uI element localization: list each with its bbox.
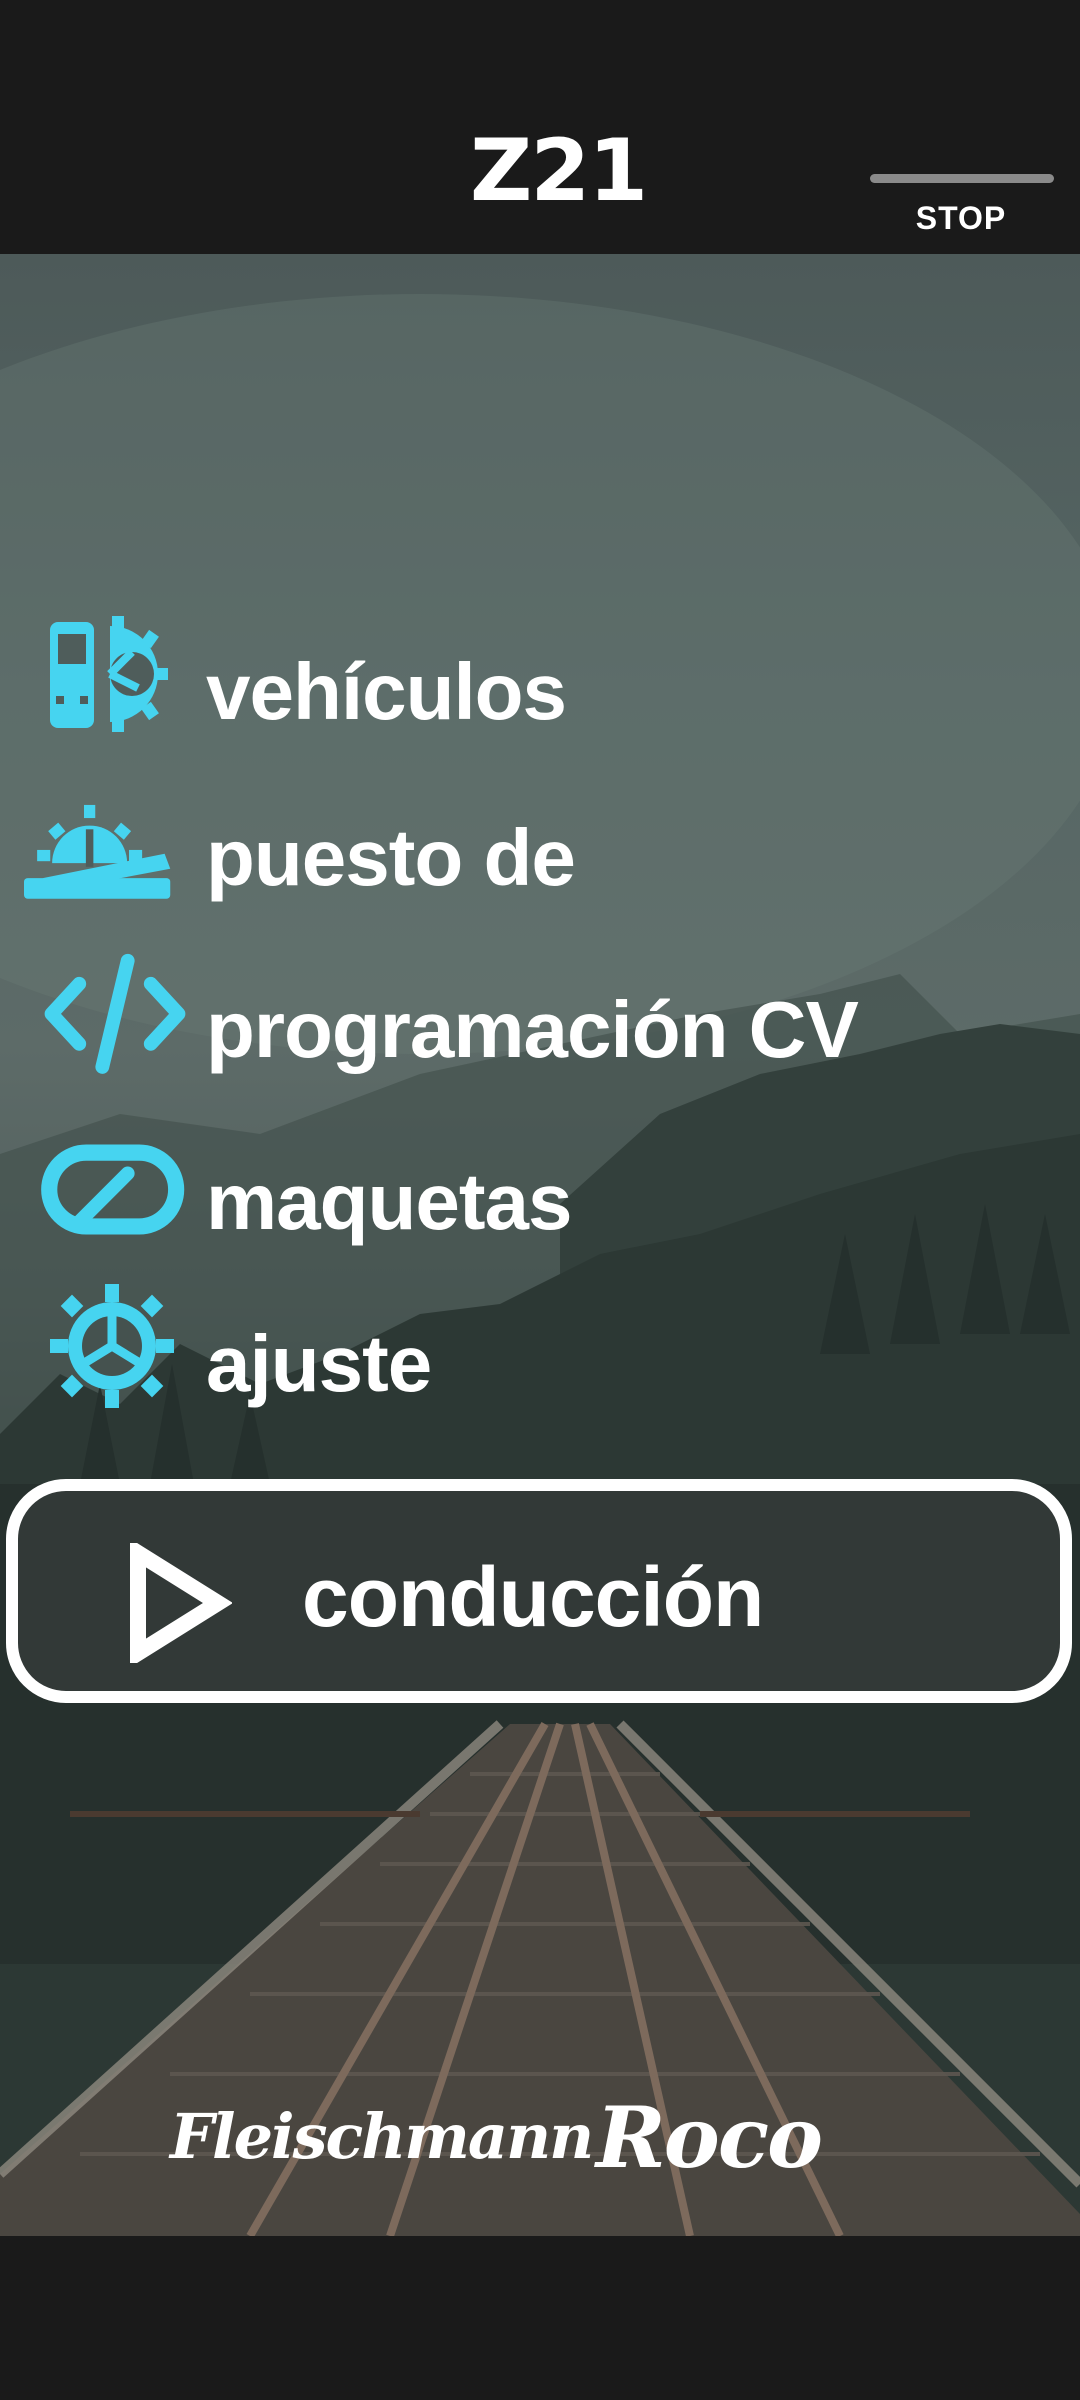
stop-button[interactable]: STOP (868, 170, 1054, 240)
fleischmann-logo: Fleischmann (170, 2100, 594, 2173)
menu-item-label: puesto de (206, 813, 576, 902)
code-brackets-icon (44, 953, 186, 1074)
switchboard-gear-icon (24, 804, 171, 899)
settings-gear-icon (50, 1284, 174, 1408)
locomotive-gear-icon (50, 616, 168, 732)
top-bar: Z21 STOP (0, 0, 1080, 254)
roco-logo: Roco (596, 2088, 823, 2187)
drive-label: conducción (302, 1550, 764, 1644)
menu-item-cv-programming[interactable]: programación CV (0, 940, 1080, 1090)
play-icon (130, 1543, 232, 1663)
z21-logo: Z21 (470, 121, 648, 221)
track-loop-icon (41, 1144, 185, 1235)
menu-item-vehicles[interactable]: vehículos (0, 600, 1080, 750)
menu-item-control-panel[interactable]: puesto de (0, 770, 1080, 920)
stop-indicator-line (870, 174, 1054, 183)
menu-item-layouts[interactable]: maquetas (0, 1108, 1080, 1258)
drive-button[interactable]: conducción (6, 1479, 1072, 1703)
bottom-bar (0, 2236, 1080, 2400)
menu-item-label: programación CV (206, 985, 859, 1074)
menu-item-label: vehículos (206, 647, 567, 736)
stop-label: STOP (915, 200, 1007, 236)
menu-item-settings[interactable]: ajuste (0, 1274, 1080, 1424)
menu-item-label: maquetas (206, 1157, 572, 1246)
menu-item-label: ajuste (206, 1319, 432, 1408)
